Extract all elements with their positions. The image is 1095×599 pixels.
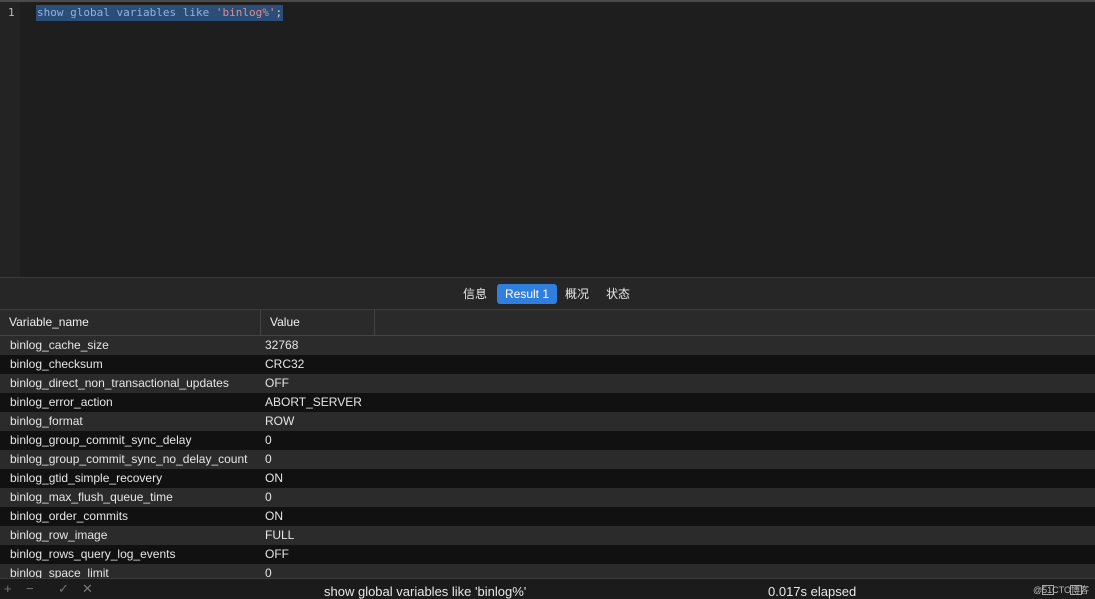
table-row[interactable]: binlog_checksum CRC32 [0,355,1095,374]
string-literal: 'binlog%' [215,6,276,19]
table-row[interactable]: binlog_format ROW [0,412,1095,431]
code-line[interactable]: show global variables like 'binlog%'; [36,5,284,21]
keyword-like: like [182,6,210,19]
cell-value: ROW [265,414,295,428]
cell-variable-name: binlog_group_commit_sync_delay [10,433,192,447]
cell-variable-name: binlog_gtid_simple_recovery [10,471,163,485]
tab-result-1[interactable]: Result 1 [497,284,558,304]
table-row[interactable]: binlog_direct_non_transactional_updates O… [0,374,1095,393]
cell-value: 0 [265,452,272,466]
status-elapsed: 0.017s elapsed [768,584,857,599]
cell-variable-name: binlog_group_commit_sync_no_delay_count [10,452,248,466]
column-header-variable-name[interactable]: Variable_name [0,310,261,335]
line-number: 1 [8,6,15,19]
watermark: @51CTO博客 [1033,585,1089,595]
table-row[interactable]: binlog_error_action ABORT_SERVER [0,393,1095,412]
cell-variable-name: binlog_rows_query_log_events [10,547,176,561]
table-row[interactable]: binlog_rows_query_log_events OFF [0,545,1095,564]
add-row-icon[interactable]: + [4,581,12,596]
cell-value: FULL [265,528,295,542]
cell-variable-name: binlog_direct_non_transactional_updates [10,376,229,390]
table-row[interactable]: binlog_cache_size 32768 [0,336,1095,355]
tab-overview[interactable]: 概况 [557,284,597,304]
cell-variable-name: binlog_error_action [10,395,113,409]
delete-row-icon[interactable]: − [26,581,34,596]
apply-check-icon[interactable]: ✓ [58,581,69,597]
line-gutter: 1 [0,2,20,277]
status-bar: + − ✓ ✕ show global variables like 'binl… [0,578,1095,599]
column-header-value[interactable]: Value [261,310,375,335]
table-row[interactable]: binlog_max_flush_queue_time 0 [0,488,1095,507]
table-row[interactable]: binlog_row_image FULL [0,526,1095,545]
status-query-text: show global variables like 'binlog%' [324,584,527,599]
cell-variable-name: binlog_order_commits [10,509,129,523]
cell-variable-name: binlog_space_limit [10,566,109,578]
cell-variable-name: binlog_row_image [10,528,108,542]
cell-value: CRC32 [265,357,305,371]
table-row[interactable]: binlog_gtid_simple_recovery ON [0,469,1095,488]
cell-value: 32768 [265,338,299,352]
cell-value: ON [265,509,283,523]
table-row[interactable]: binlog_group_commit_sync_no_delay_count 0 [0,450,1095,469]
keyword-variables: variables [116,6,177,19]
result-rows[interactable]: binlog_cache_size 32768 binlog_checksum CR… [0,336,1095,578]
result-tabs: 信息 Result 1 概况 状态 [0,277,1095,310]
cell-value: 0 [265,433,272,447]
cell-value: OFF [265,547,289,561]
cell-value: ON [265,471,283,485]
cell-variable-name: binlog_format [10,414,83,428]
cell-variable-name: binlog_max_flush_queue_time [10,490,173,504]
sql-editor[interactable]: 1 show global variables like 'binlog%'; [0,0,1095,277]
discard-x-icon[interactable]: ✕ [82,581,93,597]
cell-variable-name: binlog_cache_size [10,338,109,352]
tab-status[interactable]: 状态 [598,284,638,304]
table-row[interactable]: binlog_group_commit_sync_delay 0 [0,431,1095,450]
tab-info[interactable]: 信息 [455,284,495,304]
semicolon: ; [275,6,283,19]
cell-value: 0 [265,566,272,578]
table-row[interactable]: binlog_space_limit 0 [0,564,1095,578]
cell-value: 0 [265,490,272,504]
keyword-global: global [70,6,110,19]
table-header: Variable_name Value [0,310,1095,336]
cell-value: ABORT_SERVER [265,395,362,409]
cell-variable-name: binlog_checksum [10,357,103,371]
keyword-show: show [37,6,64,19]
cell-value: OFF [265,376,289,390]
table-row[interactable]: binlog_order_commits ON [0,507,1095,526]
